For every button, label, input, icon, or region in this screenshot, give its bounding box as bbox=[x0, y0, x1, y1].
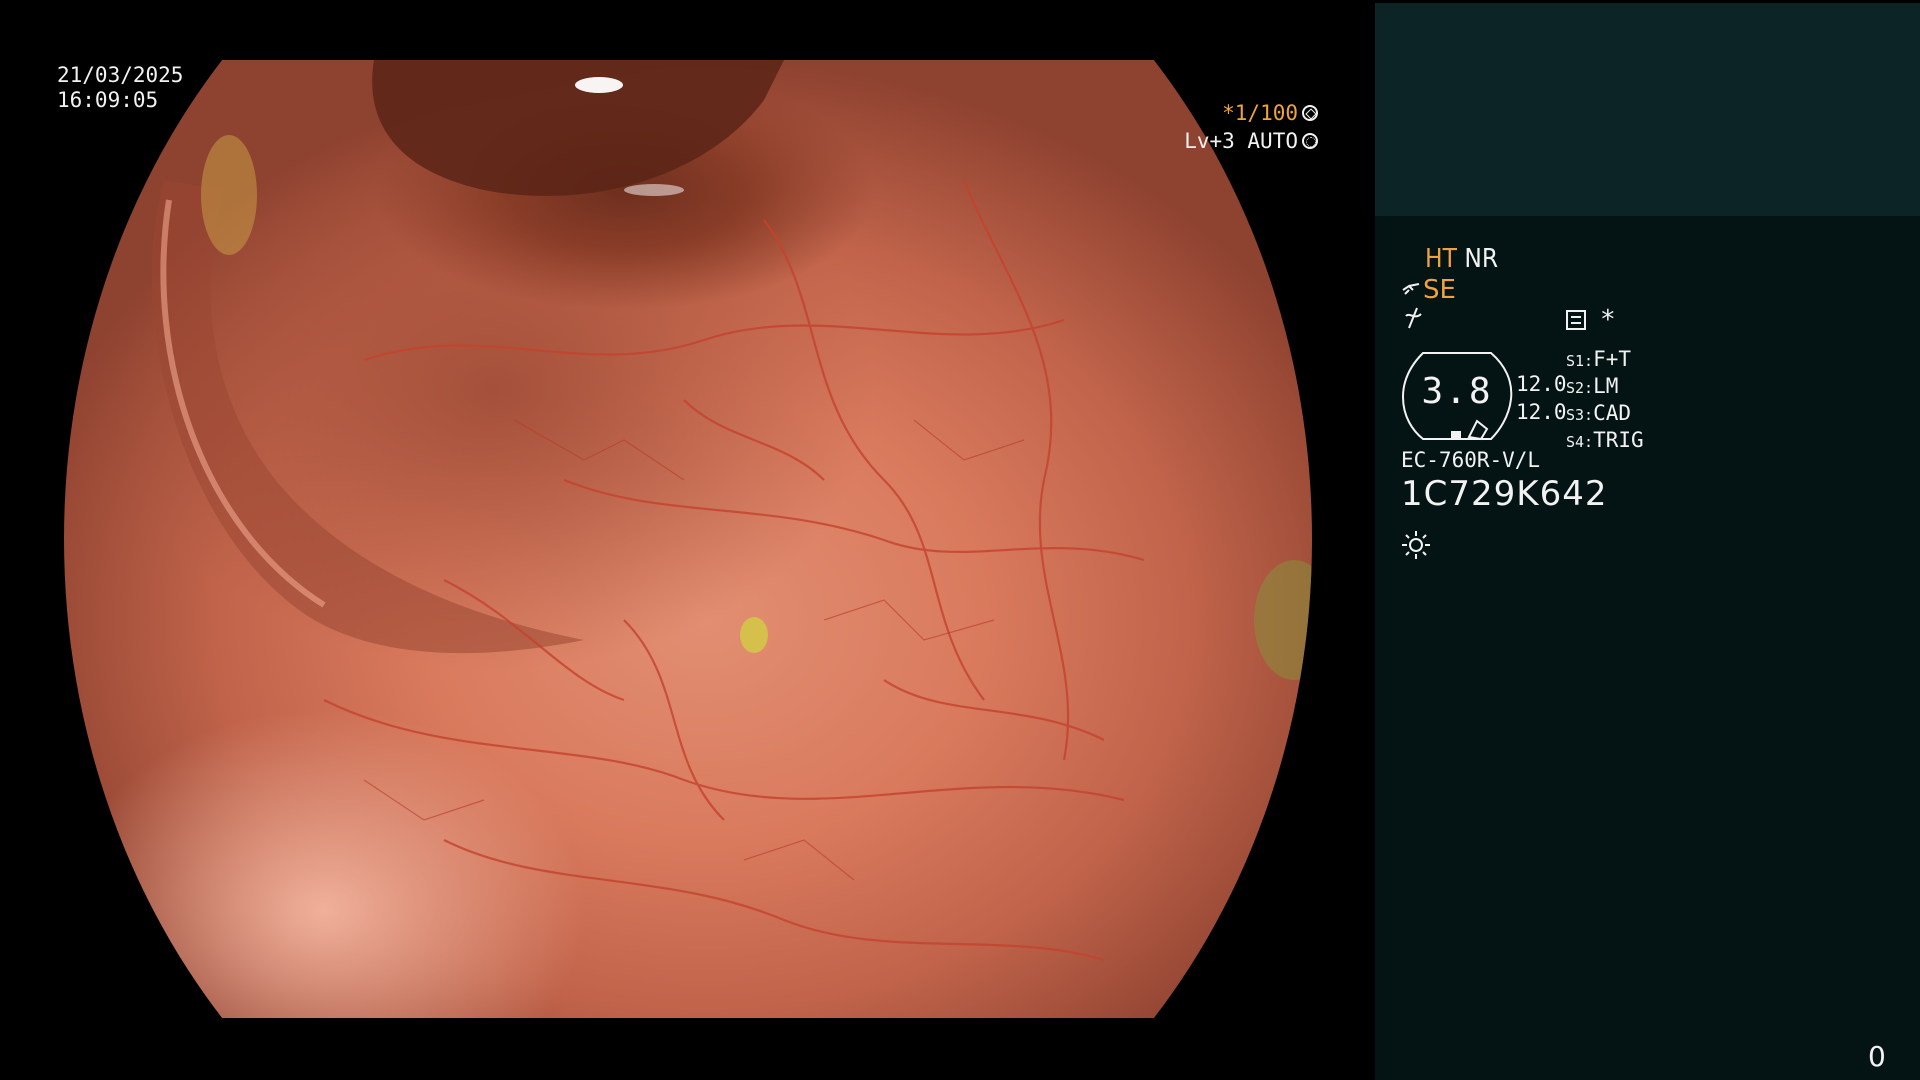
aperture-icon bbox=[1302, 105, 1318, 121]
gauge-side-bottom: 12.0 bbox=[1516, 400, 1567, 424]
scope-serial: 1C729K642 bbox=[1401, 474, 1608, 514]
shutter-info: *1/100 Lv+3 AUTO bbox=[1184, 99, 1318, 155]
switch-value: F+T bbox=[1593, 347, 1632, 371]
exposure-level-row: Lv+3 AUTO bbox=[1184, 127, 1318, 155]
time-text: 16:09:05 bbox=[57, 88, 159, 112]
ht-label: HT bbox=[1425, 244, 1457, 274]
shutter-speed-text: *1/100 bbox=[1222, 101, 1298, 125]
info-panel-bottom bbox=[1375, 216, 1920, 1080]
switch-value: TRIG bbox=[1593, 428, 1644, 452]
switch-key: S2: bbox=[1566, 379, 1594, 397]
memo-icon bbox=[1566, 310, 1586, 330]
freeze-icon bbox=[1405, 307, 1422, 329]
switch-key: S4: bbox=[1566, 433, 1594, 451]
pen-icon bbox=[1402, 283, 1420, 295]
se-label: SE bbox=[1423, 275, 1456, 305]
switch-item: S3:CAD bbox=[1566, 401, 1644, 428]
switch-item: S2:LM bbox=[1566, 374, 1644, 401]
date-text: 21/03/2025 bbox=[57, 63, 184, 87]
scope-model: EC-760R-V/L bbox=[1401, 448, 1541, 472]
auto-exposure-icon bbox=[1302, 133, 1318, 149]
status-mark: * bbox=[1600, 305, 1616, 335]
exposure-level-text: Lv+3 AUTO bbox=[1184, 129, 1298, 153]
endoscopy-monitor: 21/03/2025 16:09:05 *1/100 Lv+3 AUTO HT … bbox=[0, 0, 1920, 1080]
gauge-value: 3.8 bbox=[1421, 371, 1493, 412]
switch-value: CAD bbox=[1593, 401, 1632, 425]
switch-assignments: S1:F+T S2:LM S3:CAD S4:TRIG bbox=[1566, 347, 1644, 455]
info-panel-top bbox=[1375, 3, 1920, 216]
shutter-speed-row: *1/100 bbox=[1184, 99, 1318, 127]
switch-item: S1:F+T bbox=[1566, 347, 1644, 374]
switch-key: S3: bbox=[1566, 406, 1594, 424]
gauge-side-values: 12.0 12.0 bbox=[1516, 370, 1567, 426]
switch-value: LM bbox=[1593, 374, 1619, 398]
gauge-side-top: 12.0 bbox=[1516, 372, 1567, 396]
light-source-icon bbox=[1402, 531, 1430, 559]
mucosa-illustration bbox=[151, 60, 1312, 962]
switch-key: S1: bbox=[1566, 352, 1594, 370]
switch-item: S4:TRIG bbox=[1566, 428, 1644, 455]
structure-enhancement-row: SE bbox=[1401, 275, 1456, 305]
frame-counter: 0 bbox=[1868, 1040, 1886, 1073]
endoscopic-image bbox=[64, 60, 1312, 1018]
nr-label: NR bbox=[1464, 244, 1499, 274]
enhancement-row: HT NR bbox=[1425, 244, 1498, 274]
datetime-display: 21/03/2025 16:09:05 bbox=[57, 63, 183, 113]
